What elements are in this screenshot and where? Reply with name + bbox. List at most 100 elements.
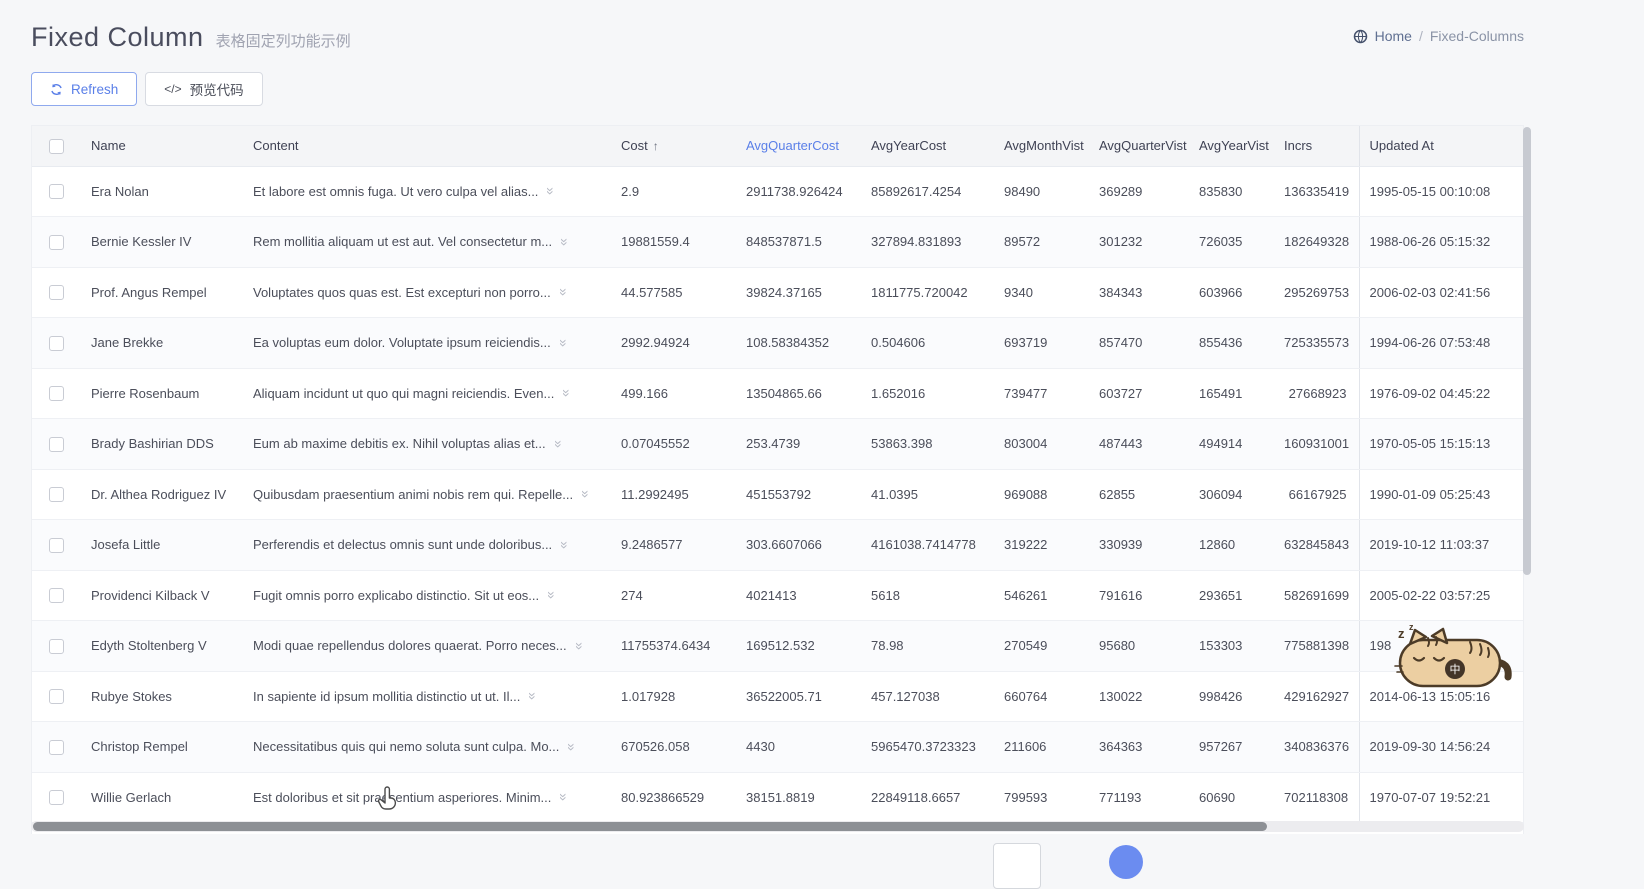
row-content-cell: Quibusdam praesentium animi nobis rem qu…: [243, 469, 611, 520]
expand-row-icon[interactable]: »: [526, 692, 540, 700]
row-checkbox[interactable]: [49, 336, 64, 351]
column-header-updated-at[interactable]: Updated At: [1359, 126, 1523, 166]
row-avg-year-vist-cell: 855436: [1189, 318, 1274, 369]
row-incrs-cell: 66167925: [1274, 469, 1359, 520]
row-updated-at-cell: 1990-01-09 05:25:43: [1359, 469, 1523, 520]
breadcrumb-current: Fixed-Columns: [1430, 28, 1524, 44]
expand-row-icon[interactable]: »: [557, 793, 571, 801]
row-checkbox[interactable]: [49, 184, 64, 199]
row-checkbox[interactable]: [49, 487, 64, 502]
row-avg-quarter-cost-cell: 848537871.5: [736, 217, 861, 268]
column-header-avg-month-vist[interactable]: AvgMonthVist: [994, 126, 1089, 166]
row-avg-quarter-vist-cell: 603727: [1089, 368, 1189, 419]
expand-row-icon[interactable]: »: [558, 238, 572, 246]
row-checkbox[interactable]: [49, 689, 64, 704]
expand-row-icon[interactable]: »: [565, 743, 579, 751]
toolbar: Refresh </> 预览代码: [31, 72, 263, 106]
expand-row-icon[interactable]: »: [557, 288, 571, 296]
column-header-content[interactable]: Content: [243, 126, 611, 166]
home-icon: [1353, 29, 1368, 44]
row-name-cell: Edyth Stoltenberg V: [81, 621, 243, 672]
row-avg-quarter-cost-cell: 39824.37165: [736, 267, 861, 318]
preview-code-button[interactable]: </> 预览代码: [145, 72, 262, 106]
expand-row-icon[interactable]: »: [552, 440, 566, 448]
row-checkbox[interactable]: [49, 740, 64, 755]
row-avg-quarter-vist-cell: 95680: [1089, 621, 1189, 672]
row-content-text: Eum ab maxime debitis ex. Nihil voluptas…: [253, 436, 546, 451]
refresh-button[interactable]: Refresh: [31, 72, 137, 106]
row-select-cell: [32, 419, 81, 470]
row-checkbox[interactable]: [49, 639, 64, 654]
expand-row-icon[interactable]: »: [558, 541, 572, 549]
code-icon: </>: [164, 82, 181, 96]
row-avg-year-vist-cell: 60690: [1189, 772, 1274, 823]
column-header-avg-quarter-cost[interactable]: AvgQuarterCost: [736, 126, 861, 166]
pagination-active-page[interactable]: [1109, 845, 1143, 879]
row-cost-cell: 9.2486577: [611, 520, 736, 571]
row-avg-year-vist-cell: 998426: [1189, 671, 1274, 722]
expand-row-icon[interactable]: »: [544, 187, 558, 195]
row-cost-cell: 499.166: [611, 368, 736, 419]
row-content-wrap: Eum ab maxime debitis ex. Nihil voluptas…: [253, 436, 611, 451]
table-row: Providenci Kilback VFugit omnis porro ex…: [32, 570, 1523, 621]
row-avg-quarter-vist-cell: 487443: [1089, 419, 1189, 470]
row-checkbox[interactable]: [49, 285, 64, 300]
row-avg-month-vist-cell: 660764: [994, 671, 1089, 722]
breadcrumb-home-link[interactable]: Home: [1375, 28, 1412, 44]
column-header-cost[interactable]: Cost↑: [611, 126, 736, 166]
row-avg-year-cost-cell: 53863.398: [861, 419, 994, 470]
row-incrs-cell: 182649328: [1274, 217, 1359, 268]
expand-row-icon[interactable]: »: [557, 339, 571, 347]
row-name-cell: Christop Rempel: [81, 722, 243, 773]
column-header-name[interactable]: Name: [81, 126, 243, 166]
row-avg-quarter-vist-cell: 384343: [1089, 267, 1189, 318]
row-content-wrap: Modi quae repellendus dolores quaerat. P…: [253, 638, 611, 653]
row-content-cell: Est doloribus et sit praesentium asperio…: [243, 772, 611, 823]
row-checkbox[interactable]: [49, 386, 64, 401]
row-incrs-cell: 27668923: [1274, 368, 1359, 419]
sort-ascending-icon[interactable]: ↑: [653, 139, 659, 153]
row-avg-month-vist-cell: 803004: [994, 419, 1089, 470]
row-content-cell: Perferendis et delectus omnis sunt unde …: [243, 520, 611, 571]
row-name-cell: Bernie Kessler IV: [81, 217, 243, 268]
row-name-cell: Prof. Angus Rempel: [81, 267, 243, 318]
expand-row-icon[interactable]: »: [579, 490, 593, 498]
column-header-avg-year-cost[interactable]: AvgYearCost: [861, 126, 994, 166]
select-all-checkbox[interactable]: [49, 139, 64, 154]
vertical-scrollbar-thumb[interactable]: [1523, 127, 1531, 575]
pagination-size-select[interactable]: [993, 843, 1041, 889]
select-all-header-cell: [32, 126, 81, 166]
table-body: Era NolanEt labore est omnis fuga. Ut ve…: [32, 166, 1523, 823]
row-avg-month-vist-cell: 546261: [994, 570, 1089, 621]
row-select-cell: [32, 217, 81, 268]
expand-row-icon[interactable]: »: [560, 389, 574, 397]
row-content-wrap: Voluptates quos quas est. Est excepturi …: [253, 285, 611, 300]
row-select-cell: [32, 267, 81, 318]
horizontal-scrollbar-track[interactable]: [31, 821, 1524, 832]
horizontal-scrollbar-thumb[interactable]: [33, 822, 1267, 831]
row-avg-quarter-cost-cell: 2911738.926424: [736, 166, 861, 217]
row-avg-quarter-cost-cell: 36522005.71: [736, 671, 861, 722]
row-name-cell: Brady Bashirian DDS: [81, 419, 243, 470]
row-content-text: Modi quae repellendus dolores quaerat. P…: [253, 638, 567, 653]
row-avg-year-cost-cell: 327894.831893: [861, 217, 994, 268]
row-updated-at-cell: 1970-07-07 19:52:21: [1359, 772, 1523, 823]
row-checkbox[interactable]: [49, 588, 64, 603]
row-content-text: Necessitatibus quis qui nemo soluta sunt…: [253, 739, 559, 754]
column-header-incrs[interactable]: Incrs: [1274, 126, 1359, 166]
row-avg-year-vist-cell: 293651: [1189, 570, 1274, 621]
row-avg-year-cost-cell: 41.0395: [861, 469, 994, 520]
column-header-avg-year-vist[interactable]: AvgYearVist: [1189, 126, 1274, 166]
row-content-text: Rem mollitia aliquam ut est aut. Vel con…: [253, 234, 552, 249]
row-checkbox[interactable]: [49, 235, 64, 250]
row-avg-quarter-vist-cell: 771193: [1089, 772, 1189, 823]
row-avg-year-cost-cell: 1.652016: [861, 368, 994, 419]
row-avg-year-cost-cell: 457.127038: [861, 671, 994, 722]
row-checkbox[interactable]: [49, 437, 64, 452]
expand-row-icon[interactable]: »: [573, 642, 587, 650]
row-incrs-cell: 775881398: [1274, 621, 1359, 672]
column-header-avg-quarter-vist[interactable]: AvgQuarterVist: [1089, 126, 1189, 166]
row-checkbox[interactable]: [49, 538, 64, 553]
expand-row-icon[interactable]: »: [545, 591, 559, 599]
row-checkbox[interactable]: [49, 790, 64, 805]
